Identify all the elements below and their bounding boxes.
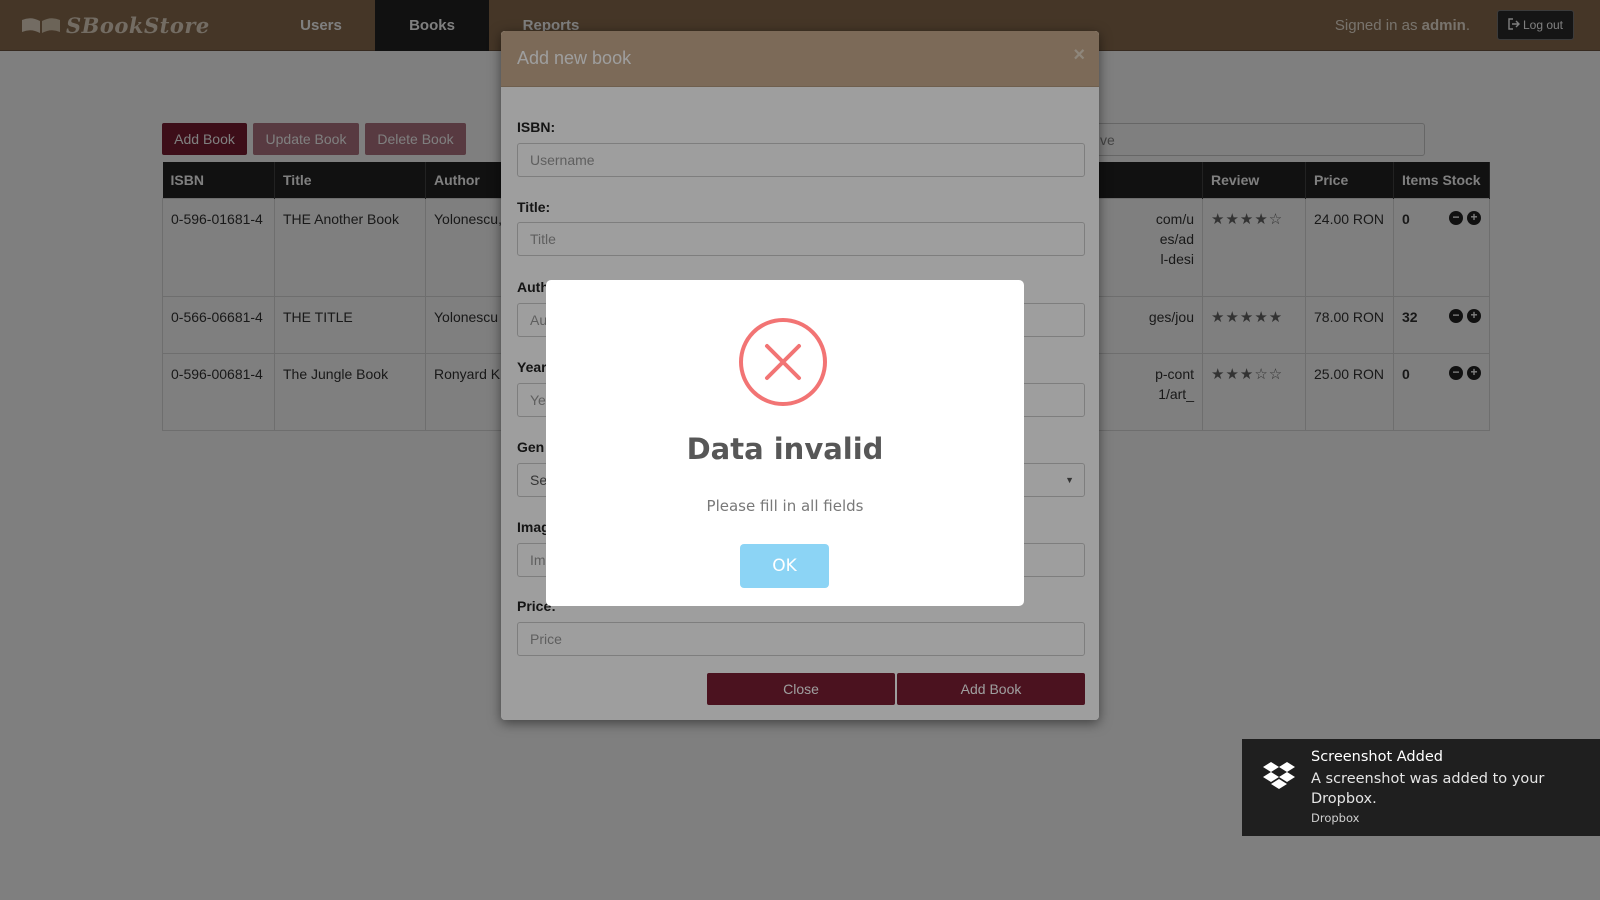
ok-button[interactable]: OK	[740, 544, 829, 588]
toast-message: A screenshot was added to your Dropbox.	[1311, 771, 1545, 807]
toast-source: Dropbox	[1311, 811, 1360, 825]
error-alert-dialog: Data invalid Please fill in all fields O…	[546, 280, 1024, 606]
toast-title: Screenshot Added	[1311, 749, 1443, 765]
alert-title: Data invalid	[686, 432, 884, 466]
dropbox-icon	[1262, 759, 1296, 793]
dropbox-notification[interactable]: Screenshot Added A screenshot was added …	[1242, 739, 1600, 836]
alert-message: Please fill in all fields	[706, 497, 864, 515]
error-x-icon	[739, 318, 827, 406]
